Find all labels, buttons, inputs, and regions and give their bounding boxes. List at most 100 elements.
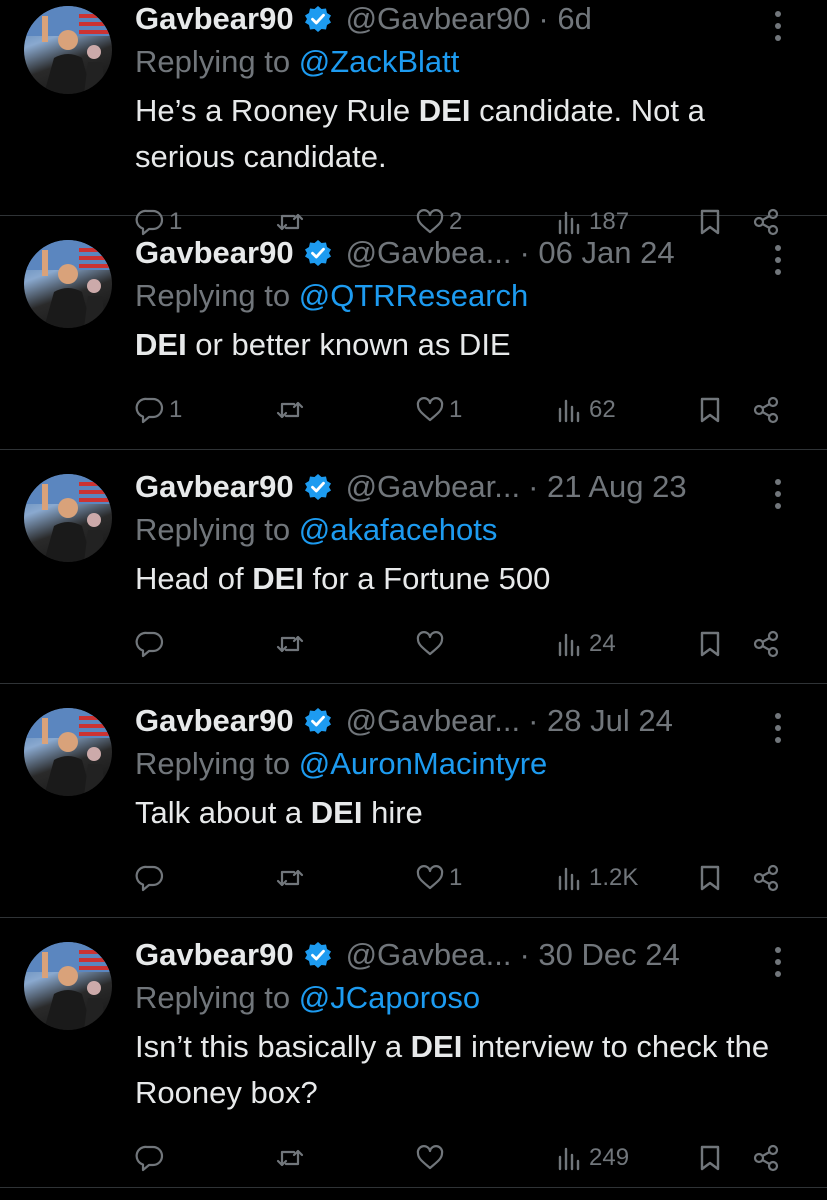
display-name[interactable]: Gavbear90 [135,703,294,739]
more-vertical-icon[interactable] [763,6,793,46]
bookmark-button[interactable] [695,390,725,430]
text-part: or better known as DIE [186,327,511,362]
avatar[interactable] [24,708,112,796]
bookmark-button[interactable] [695,858,725,898]
avatar[interactable] [24,942,112,1030]
reply-feed: Gavbear90 @Gavbear90 · 6d Replying to @Z… [0,0,827,1188]
timestamp[interactable]: · 30 Dec 24 [519,937,679,973]
replying-label: Replying to [135,980,299,1015]
tweet-header: Gavbear90 @Gavbear... · 21 Aug 23 [135,464,807,510]
like-button[interactable] [415,624,449,664]
tweet-header: Gavbear90 @Gavbea... · 06 Jan 24 [135,230,807,276]
reply-button[interactable] [135,858,169,898]
verified-badge-icon [304,239,332,267]
tweet-text: Head of DEI for a Fortune 500 [135,556,807,602]
share-button[interactable] [751,1138,781,1178]
tweet-text: He’s a Rooney Rule DEI candidate. Not a … [135,88,807,180]
handle[interactable]: @Gavbear... [346,703,521,739]
tweet[interactable]: Gavbear90 @Gavbear... · 28 Jul 24 Replyi… [0,684,827,918]
reply-icon [135,397,164,424]
views-button[interactable]: 24 [555,624,616,664]
replying-label: Replying to [135,44,299,79]
text-bold: DEI [410,1029,463,1064]
share-button[interactable] [751,858,781,898]
display-name[interactable]: Gavbear90 [135,937,294,973]
more-vertical-icon[interactable] [763,474,793,514]
tweet[interactable]: Gavbear90 @Gavbear... · 21 Aug 23 Replyi… [0,450,827,684]
retweet-icon [276,401,304,419]
share-icon [753,864,779,892]
retweet-icon [276,635,304,653]
replying-label: Replying to [135,746,299,781]
tweet[interactable]: Gavbear90 @Gavbea... · 06 Jan 24 Replyin… [0,216,827,450]
reply-button[interactable] [135,624,169,664]
mention-link[interactable]: @QTRResearch [299,278,529,313]
heart-icon [416,397,444,422]
heart-icon [416,631,444,656]
tweet-text: Isn’t this basically a DEI interview to … [135,1024,807,1116]
handle[interactable]: @Gavbear... [346,469,521,505]
timestamp[interactable]: · 6d [538,1,591,37]
retweet-button[interactable] [275,624,309,664]
handle[interactable]: @Gavbea... [346,937,512,973]
tweet-body: Gavbear90 @Gavbear90 · 6d Replying to @Z… [135,0,807,242]
bookmark-icon [700,865,720,891]
like-button[interactable] [415,1138,449,1178]
display-name[interactable]: Gavbear90 [135,235,294,271]
verified-badge-icon [304,5,332,33]
tweet[interactable]: Gavbear90 @Gavbear90 · 6d Replying to @Z… [0,0,827,236]
text-bold: DEI [135,327,187,362]
mention-link[interactable]: @ZackBlatt [299,44,460,79]
mention-link[interactable]: @JCaporoso [299,980,480,1015]
views-button[interactable]: 249 [555,1138,629,1178]
share-button[interactable] [751,390,781,430]
more-vertical-icon[interactable] [763,708,793,748]
more-vertical-icon[interactable] [763,942,793,982]
display-name[interactable]: Gavbear90 [135,469,294,505]
mention-link[interactable]: @akafacehots [299,512,498,547]
tweet[interactable]: Gavbear90 @Gavbea... · 30 Dec 24 Replyin… [0,918,827,1188]
bookmark-button[interactable] [695,1138,725,1178]
tweet-header: Gavbear90 @Gavbear... · 28 Jul 24 [135,698,807,744]
tweet-body: Gavbear90 @Gavbear... · 28 Jul 24 Replyi… [135,698,807,898]
like-button[interactable]: 1 [415,858,462,898]
tweet-header: Gavbear90 @Gavbear90 · 6d [135,0,807,42]
handle[interactable]: @Gavbea... [346,235,512,271]
avatar[interactable] [24,6,112,94]
view-count: 1.2K [589,864,639,891]
retweet-button[interactable] [275,390,309,430]
tweet-body: Gavbear90 @Gavbea... · 30 Dec 24 Replyin… [135,932,807,1178]
text-part: Head of [135,561,253,596]
views-button[interactable]: 62 [555,390,616,430]
bookmark-icon [700,631,720,657]
handle[interactable]: @Gavbear90 [346,1,531,37]
avatar[interactable] [24,474,112,562]
bookmark-button[interactable] [695,624,725,664]
views-button[interactable]: 1.2K [555,858,638,898]
reply-button[interactable] [135,1138,169,1178]
reply-icon [135,631,164,658]
bookmark-icon [700,397,720,423]
view-count: 24 [589,630,616,657]
retweet-button[interactable] [275,1138,309,1178]
avatar[interactable] [24,240,112,328]
mention-link[interactable]: @AuronMacintyre [299,746,548,781]
retweet-button[interactable] [275,858,309,898]
display-name[interactable]: Gavbear90 [135,1,294,37]
more-vertical-icon[interactable] [763,240,793,280]
timestamp[interactable]: · 28 Jul 24 [528,703,673,739]
replying-label: Replying to [135,278,299,313]
timestamp[interactable]: · 21 Aug 23 [528,469,687,505]
like-button[interactable]: 1 [415,390,462,430]
timestamp[interactable]: · 06 Jan 24 [519,235,674,271]
share-button[interactable] [751,624,781,664]
tweet-text: Talk about a DEI hire [135,790,807,836]
reply-icon [135,1145,164,1172]
view-count: 62 [589,396,616,423]
text-part: Isn’t this basically a [135,1029,411,1064]
action-bar: 1 1 62 [135,390,807,430]
replying-to: Replying to @akafacehots [135,510,807,550]
reply-button[interactable]: 1 [135,390,182,430]
views-icon [558,399,580,423]
views-icon [558,1147,580,1171]
